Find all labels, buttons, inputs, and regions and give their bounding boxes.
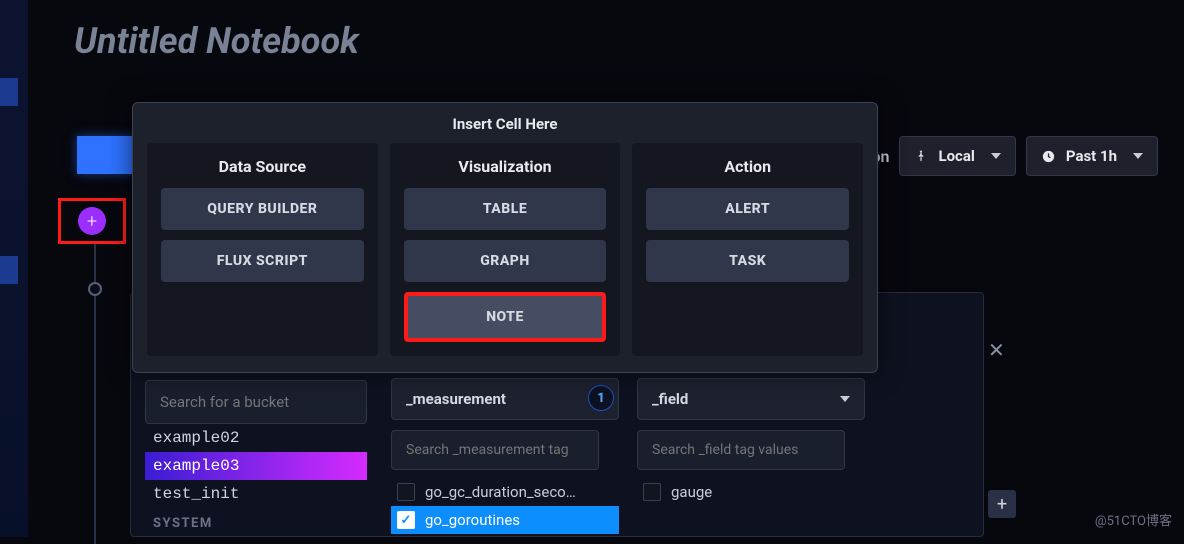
tag-item[interactable]: gauge: [637, 478, 865, 506]
field-filter: _field gauge: [637, 378, 865, 506]
bucket-search-input[interactable]: [145, 380, 367, 424]
pin-icon: [914, 149, 928, 163]
close-icon[interactable]: ✕: [988, 338, 1005, 362]
col-title: Data Source: [161, 157, 364, 176]
timezone-label: Local: [938, 147, 974, 165]
col-title: Action: [646, 157, 849, 176]
checkbox-checked-icon: [397, 511, 415, 529]
task-button[interactable]: TASK: [646, 240, 849, 282]
timerange-label: Past 1h: [1066, 147, 1117, 165]
alert-button[interactable]: ALERT: [646, 188, 849, 230]
bucket-item[interactable]: example02: [145, 424, 367, 452]
toolbar: ntation Local Past 1h: [839, 136, 1158, 176]
col-action: Action ALERT TASK: [632, 143, 863, 356]
chevron-down-icon: [840, 396, 850, 402]
bucket-list: example02 example03 test_init SYSTEM: [145, 424, 367, 531]
page-title[interactable]: Untitled Notebook: [74, 20, 359, 62]
col-data-source: Data Source QUERY BUILDER FLUX SCRIPT: [147, 143, 378, 356]
timeline-node: [88, 282, 102, 296]
tag-label: gauge: [671, 483, 712, 501]
rail-indicator: [0, 256, 18, 284]
measurement-filter: _measurement go_gc_duration_seco… go_gor…: [391, 378, 619, 534]
timezone-dropdown[interactable]: Local: [899, 136, 1015, 176]
measurement-label: _measurement: [406, 390, 506, 408]
left-rail: [0, 0, 28, 537]
bucket-item-selected[interactable]: example03: [145, 452, 367, 480]
table-button[interactable]: TABLE: [404, 188, 607, 230]
rail-indicator: [0, 78, 18, 106]
checkbox-icon: [397, 483, 415, 501]
field-label: _field: [652, 390, 688, 408]
tag-item-checked[interactable]: go_goroutines: [391, 506, 619, 534]
chevron-down-icon: [1133, 153, 1143, 159]
col-title: Visualization: [404, 157, 607, 176]
flux-script-button[interactable]: FLUX SCRIPT: [161, 240, 364, 282]
note-button[interactable]: NOTE: [404, 292, 607, 342]
field-dropdown[interactable]: _field: [637, 378, 865, 420]
add-cell-button[interactable]: +: [78, 207, 106, 235]
active-tab-indicator[interactable]: [77, 136, 133, 174]
tag-label: go_gc_duration_seco…: [425, 483, 576, 501]
popover-title: Insert Cell Here: [147, 115, 863, 133]
watermark: @51CTO博客: [1095, 510, 1172, 529]
system-label: SYSTEM: [145, 508, 367, 531]
timerange-dropdown[interactable]: Past 1h: [1026, 136, 1158, 176]
insert-cell-popover: Insert Cell Here Data Source QUERY BUILD…: [132, 102, 878, 373]
field-search-input[interactable]: [637, 430, 845, 470]
tag-label: go_goroutines: [425, 511, 520, 529]
add-filter-button[interactable]: +: [988, 490, 1016, 518]
graph-button[interactable]: GRAPH: [404, 240, 607, 282]
measurement-search-input[interactable]: [391, 430, 599, 470]
bucket-item[interactable]: test_init: [145, 480, 367, 508]
checkbox-icon: [643, 483, 661, 501]
query-builder-button[interactable]: QUERY BUILDER: [161, 188, 364, 230]
add-cell-highlight: +: [58, 198, 126, 244]
chevron-down-icon: [991, 153, 1001, 159]
col-visualization: Visualization TABLE GRAPH NOTE: [390, 143, 621, 356]
selection-count-badge: 1: [588, 385, 614, 411]
tag-item[interactable]: go_gc_duration_seco…: [391, 478, 619, 506]
measurement-dropdown[interactable]: _measurement: [391, 378, 619, 420]
clock-icon: [1041, 149, 1056, 164]
